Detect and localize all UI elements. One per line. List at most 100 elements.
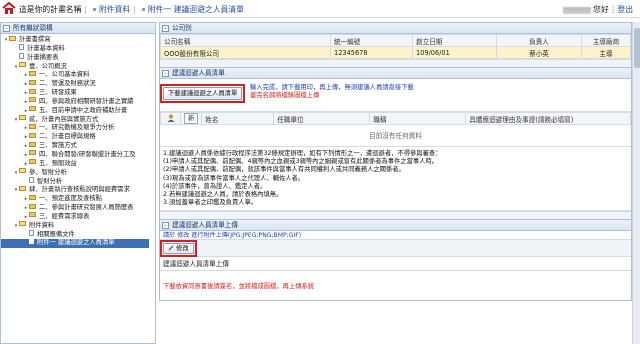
rule-line: 2.若無建議迴避之人員，請於表格內填無。	[163, 191, 283, 199]
sidebar-item-label: 四、參與政府相關研發計畫之實績	[39, 97, 134, 105]
new-cell: 新	[179, 112, 203, 125]
project-name: 這是你的計畫名稱	[19, 5, 82, 14]
note-blue: 輸入完成，請下載用印，再上傳，無須建議人員請直接下載	[250, 84, 414, 91]
collapse-icon[interactable]: -	[162, 222, 169, 230]
sidebar-item-label: 參、智財分析	[29, 168, 67, 176]
rules-text: 1.建議迴避人員係依據行政程序法第32條規定辦理，如有下列情形之一，遭迴避者，不…	[160, 147, 631, 212]
edit-button-label: 修改	[176, 245, 189, 253]
new-row-button[interactable]: 新	[184, 113, 199, 124]
sidebar-item-label: 附件資料	[29, 221, 55, 229]
pencil-icon	[168, 245, 174, 251]
logout-link[interactable]: 登出	[617, 5, 633, 14]
sidebar-item[interactable]: ▸ 二、參與計畫研究發展人員簡歷表	[1, 203, 155, 213]
folder-icon	[29, 132, 36, 138]
folder-icon	[19, 221, 26, 227]
column-header: 統一編號	[330, 34, 413, 47]
sidebar-item[interactable]: ▸ 三、研發成果	[1, 88, 155, 98]
folder-icon	[9, 35, 16, 41]
sidebar-item-label: 一、研究動機及競爭力分析	[39, 124, 115, 132]
vertical-scrollbar[interactable]	[632, 22, 640, 344]
rule-line: (2)申請人或其配偶、前配偶，就該事件與當事人有共同權利人或共同義務人之關係者。	[163, 166, 405, 174]
collapse-icon[interactable]: -	[3, 25, 10, 32]
sidebar-item-label: 三、經費需求總表	[39, 212, 90, 220]
upload-section-title: 建議迴避人員清單上傳	[172, 221, 238, 230]
table-cell: OOO股份有限公司	[160, 46, 331, 59]
edit-row: 修改	[160, 240, 631, 258]
download-row: 下載建議迴避之人員清單 輸入完成，請下載用印，再上傳，無須建議人員請直接下載 蓋…	[159, 79, 631, 112]
sidebar-item[interactable]: ▸ 四、參與政府相關研發計畫之實績	[1, 97, 155, 107]
avoid-section-header: - 建議迴避人員清單	[160, 68, 631, 79]
sidebar-item[interactable]: ▾ 計畫書撰寫	[1, 35, 155, 45]
note-red: 蓋完名調將檔錄圖檔上傳	[250, 92, 320, 99]
company-table: 公司名稱 統一編號 創立日期 負責人 主導廠商 OOO股份有限公司 123456…	[160, 34, 631, 59]
collapse-icon[interactable]: -	[162, 70, 169, 77]
sidebar-item[interactable]: ▾ 附件資料	[1, 221, 155, 231]
column-header: 具體應迴避理由及事證(請務必填寫)	[465, 112, 631, 125]
sidebar-item-label: 附件一 建議迴避之人員清單	[37, 239, 115, 247]
sidebar-item-label: 三、實施方式	[39, 142, 77, 150]
sidebar: - 所有繼狀頭構 ▾ 計畫書撰寫 計畫基本資料 計畫摘要表 ▾ 壹、公司概況 ▸ 一、公司基本資…	[0, 22, 156, 344]
edit-button[interactable]: 修改	[160, 240, 197, 258]
sidebar-item[interactable]: 計畫基本資料	[1, 43, 155, 54]
page-icon	[29, 176, 34, 183]
grid-icon-cell	[160, 112, 181, 125]
sidebar-item-label: 二、營運及財務狀況	[39, 80, 96, 88]
page-icon	[29, 229, 34, 236]
table-header-row: 公司名稱 統一編號 創立日期 負責人 主導廠商	[160, 34, 631, 47]
greeting-text: 您好	[593, 5, 609, 14]
sidebar-item-label: 五、預期效益	[39, 159, 77, 167]
folder-icon	[29, 150, 36, 156]
sidebar-item[interactable]: ▸ 一、研究動機及競爭力分析	[1, 123, 155, 133]
sidebar-item-label: 相關應備文件	[37, 230, 75, 238]
page-icon	[19, 52, 24, 59]
sidebar-header: - 所有繼狀頭構	[1, 23, 155, 34]
folder-icon	[19, 62, 26, 68]
sidebar-item[interactable]: ▸ 一、預定進度及查核點	[1, 194, 155, 204]
sidebar-item-label: 二、參與計畫研究發展人員簡歷表	[39, 204, 134, 212]
sidebar-item[interactable]: ▸ 四、聯合開發/研發聯盟計畫分工及	[1, 150, 155, 160]
sidebar-item[interactable]: ▸ 一、公司基本資料	[1, 70, 155, 80]
collapse-icon[interactable]: -	[162, 25, 169, 32]
download-avoid-list-button[interactable]: 下載建議迴避之人員清單	[159, 84, 246, 103]
avoid-list-section: - 建議迴避人員清單 下載建議迴避之人員清單 輸入完成，請下載用印，再上傳，無須建…	[159, 68, 632, 221]
breadcrumb-current[interactable]: 附件一 建議迴避之人員清單	[148, 5, 244, 14]
table-row[interactable]: OOO股份有限公司 12345678 109/06/01 蔡小英 主導	[160, 46, 631, 59]
column-header: 任職單位	[273, 112, 371, 125]
breadcrumb-link-attachments[interactable]: 附件資料	[99, 5, 130, 14]
column-header: 職稱	[369, 112, 467, 125]
sidebar-item-label: 計畫摘要表	[27, 53, 59, 61]
column-header: 負責人	[496, 34, 582, 47]
column-header: 創立日期	[412, 34, 497, 47]
sidebar-item[interactable]: ▾ 肆、計畫執行查核點說明與經費需求	[1, 185, 155, 195]
folder-icon	[29, 141, 36, 147]
folder-icon	[29, 88, 36, 94]
column-header: 姓名	[201, 112, 275, 125]
bullet-icon	[141, 8, 145, 11]
sidebar-item[interactable]: ▸ 二、計畫目標與規格	[1, 132, 155, 142]
sidebar-item[interactable]: ▸ 三、實施方式	[1, 141, 155, 151]
sidebar-item-label: 智財分析	[37, 177, 63, 185]
folder-icon	[29, 159, 36, 165]
user-name-blurred	[563, 6, 592, 14]
sidebar-item-label: 一、公司基本資料	[39, 71, 90, 79]
upload-row-label: 建議迴避人員清單上傳	[160, 257, 631, 272]
main-content: - 公司別 公司名稱 統一編號 創立日期 負責人 主導廠商 OOO股份有限公司 1…	[159, 22, 632, 302]
page-icon	[29, 238, 34, 245]
upload-section: - 建議迴避人員清單上傳 請於 修改 進行附件上傳(JPG;JPEG;PNG;BM…	[159, 220, 632, 302]
sidebar-item-label: 計畫基本資料	[27, 44, 65, 52]
rule-line: 1.建議迴避人員係依據行政程序法第32條規定辦理，如有下列情形之一，遭迴避者，不…	[163, 150, 442, 157]
sidebar-item[interactable]: 附件一 建議迴避之人員清單	[1, 238, 149, 249]
folder-icon	[29, 79, 36, 85]
person-icon	[167, 114, 174, 122]
folder-icon	[29, 203, 36, 209]
sidebar-item[interactable]: ▾ 參、智財分析	[1, 168, 155, 178]
sidebar-item-label: 三、研發成果	[39, 89, 77, 97]
section-divider	[160, 59, 631, 67]
scrollbar-thumb[interactable]	[634, 28, 640, 68]
column-header: 公司名稱	[160, 34, 331, 47]
sidebar-item-label: 一、預定進度及查核點	[39, 195, 102, 203]
rule-line: (3)現為或曾為該事件當事人之代理人、輔佐人者。	[163, 174, 305, 182]
bullet-icon	[93, 8, 97, 11]
table-cell: 109/06/01	[412, 46, 497, 59]
sidebar-item[interactable]: ▸ 二、營運及財務狀況	[1, 79, 155, 89]
